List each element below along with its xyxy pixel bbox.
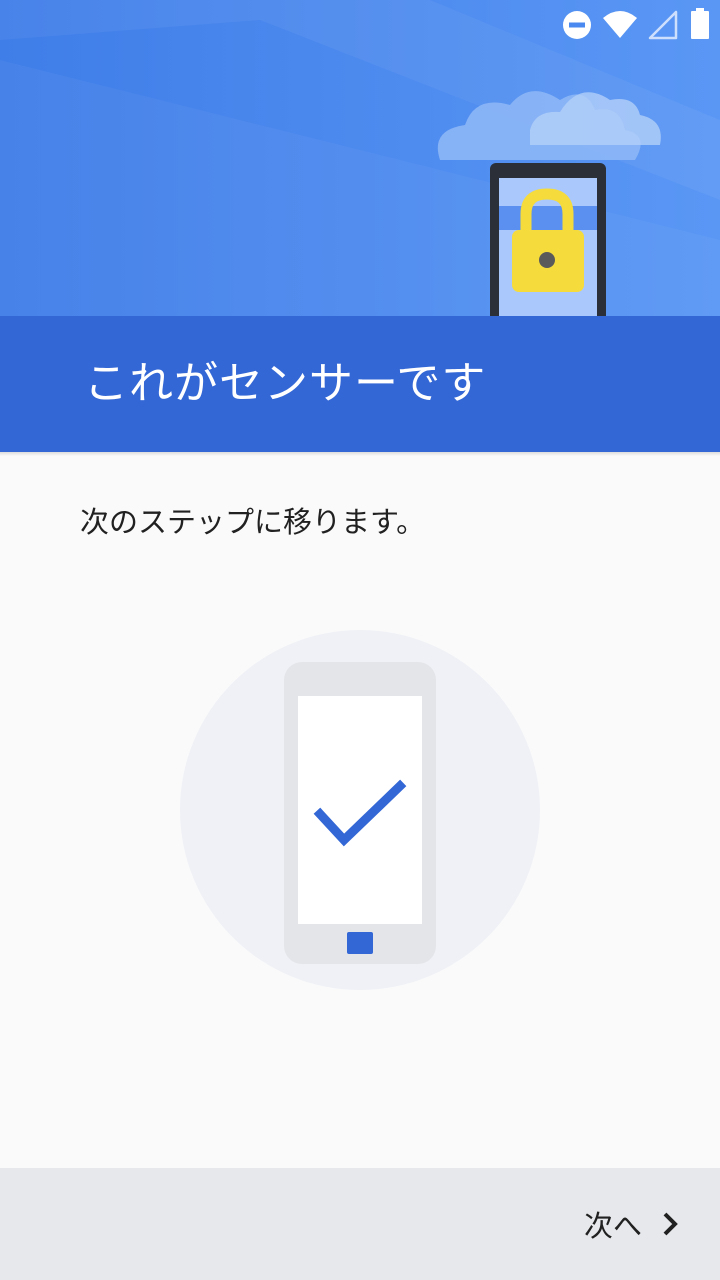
page-title: これがセンサーです	[84, 358, 487, 409]
next-button-label: 次へ	[583, 1209, 642, 1243]
description-text: 次のステップに移ります。	[80, 505, 426, 539]
battery-icon	[691, 8, 709, 39]
status-bar	[520, 0, 720, 50]
phone-check-icon	[284, 662, 436, 964]
do-not-disturb-icon	[563, 11, 591, 39]
next-button[interactable]: 次へ	[584, 1192, 680, 1256]
phone-lock-icon	[490, 163, 606, 339]
cellular-signal-icon	[648, 10, 678, 40]
footer-bar: 次へ	[0, 1168, 720, 1280]
header-shadow	[0, 452, 720, 456]
chevron-right-icon	[663, 1212, 678, 1236]
header: これがセンサーです	[0, 0, 720, 452]
wifi-icon	[603, 11, 637, 38]
